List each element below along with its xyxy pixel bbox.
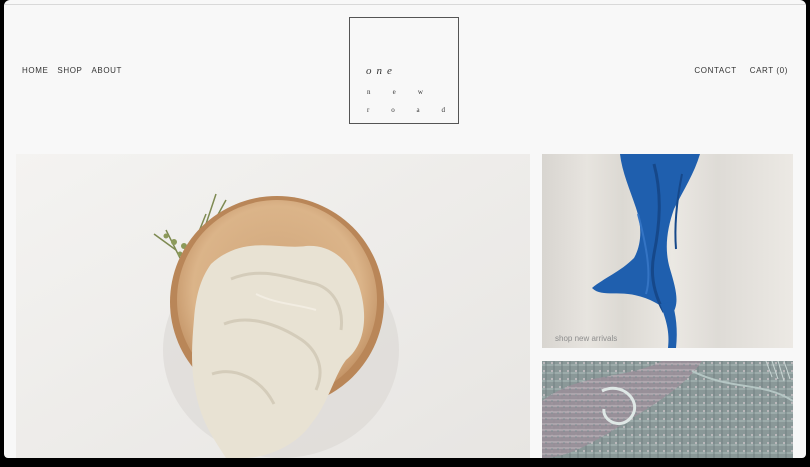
primary-nav: HOME SHOP ABOUT xyxy=(22,66,122,75)
new-arrivals-caption[interactable]: shop new arrivals xyxy=(555,334,617,343)
logo-letter: r xyxy=(367,106,370,114)
logo-letter: a xyxy=(416,106,420,114)
logo-letter: o xyxy=(391,106,395,114)
header-divider xyxy=(4,4,806,5)
cart-link[interactable]: CART (0) xyxy=(750,66,788,75)
hero-image-bowl-scarf[interactable] xyxy=(16,154,530,458)
logo-word-road: r o a d xyxy=(367,106,445,114)
new-arrivals-tile[interactable]: shop new arrivals xyxy=(542,154,793,348)
nav-about-link[interactable]: ABOUT xyxy=(91,66,122,75)
nav-contact-link[interactable]: CONTACT xyxy=(694,66,736,75)
nav-home-link[interactable]: HOME xyxy=(22,66,48,75)
browser-window: HOME SHOP ABOUT one n e w r o a d CONTAC… xyxy=(4,0,806,458)
logo-letter: w xyxy=(417,88,423,96)
secondary-nav: CONTACT CART (0) xyxy=(694,66,788,75)
site-logo[interactable]: one n e w r o a d xyxy=(349,17,459,124)
logo-letter: n xyxy=(367,88,371,96)
patterned-scarf-tile[interactable] xyxy=(542,361,793,458)
logo-letter: d xyxy=(441,106,445,114)
logo-word-one: one xyxy=(366,65,397,77)
logo-letter: e xyxy=(392,88,396,96)
logo-word-new: n e w xyxy=(367,88,423,96)
nav-shop-link[interactable]: SHOP xyxy=(57,66,82,75)
